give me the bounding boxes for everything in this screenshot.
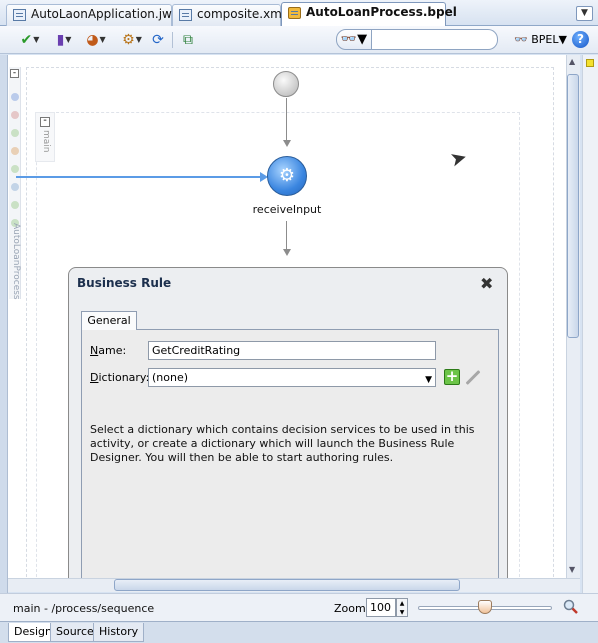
- composite-icon: [179, 9, 192, 21]
- dictionary-label: Dictionary:: [90, 371, 150, 384]
- dialog-title: Business Rule: [77, 276, 172, 290]
- handler-icon: [11, 183, 19, 191]
- process-name-label: AutoLoanProcess: [11, 223, 21, 300]
- zoom-stepper[interactable]: ▲ ▼: [396, 598, 408, 617]
- bpel-language-menu[interactable]: 👓 BPEL▼: [514, 32, 567, 48]
- validate-button[interactable]: ✔▼: [14, 30, 46, 50]
- alarm-icon: [11, 147, 19, 155]
- layout-icon: ⧉: [183, 32, 193, 48]
- left-gutter: [0, 55, 8, 598]
- status-bar: main - /process/sequence Zoom: ▲▼: [0, 593, 598, 621]
- start-node[interactable]: [273, 71, 299, 97]
- editor-tab-bar: AutoLaonApplication.jws composite.xml Au…: [0, 0, 598, 27]
- tab-list-menu-button[interactable]: ▼: [576, 6, 593, 21]
- business-rule-dialog: Business Rule ✖ General Name: Dictionary…: [68, 267, 508, 578]
- tab-composite[interactable]: composite.xml: [172, 4, 285, 26]
- warning-marker-icon[interactable]: [586, 59, 594, 67]
- name-field[interactable]: [148, 341, 436, 360]
- deploy-icon: ⚙: [122, 32, 135, 48]
- selection-path: main - /process/sequence: [13, 602, 155, 615]
- dictionary-select[interactable]: (none) ▼: [148, 368, 436, 387]
- chevron-down-icon: ▼: [357, 32, 368, 47]
- gear-icon: ⚙: [278, 165, 296, 186]
- chevron-down-icon: ▼: [33, 35, 40, 44]
- scroll-up-icon[interactable]: ▲: [569, 57, 575, 66]
- chevron-down-icon: ▼: [558, 33, 567, 46]
- event-icon: [11, 201, 19, 209]
- check-icon: ✔: [20, 32, 33, 48]
- view-tab-bar: Design Source History: [0, 621, 598, 643]
- overview-ruler: [582, 55, 598, 598]
- zoom-to-fit-icon[interactable]: [563, 599, 579, 615]
- flow-connector: [286, 98, 287, 142]
- scroll-down-icon[interactable]: ▼: [569, 565, 575, 574]
- zoom-label: Zoom:: [334, 602, 370, 615]
- horizontal-scroll-thumb[interactable]: [114, 579, 460, 591]
- zoom-slider-thumb[interactable]: [478, 600, 492, 614]
- vertical-scroll-thumb[interactable]: [567, 74, 579, 338]
- toolbar: ✔▼ ▮▼ ◕▼ ⚙▼ ⟳ ⧉ 👓▼ 👓 BPEL▼ ?: [0, 26, 598, 54]
- flow-arrowhead: [283, 140, 291, 147]
- glasses-icon: 👓: [514, 33, 528, 46]
- dictionary-help-text: Select a dictionary which contains decis…: [90, 423, 475, 464]
- refresh-icon: ⟳: [152, 32, 164, 48]
- binoculars-icon: 👓: [340, 32, 358, 47]
- chevron-down-icon: ▼: [135, 35, 142, 44]
- deploy-button[interactable]: ⚙▼: [118, 30, 146, 50]
- search-options-button[interactable]: 👓▼: [336, 29, 372, 50]
- bpel-design-canvas[interactable]: - AutoLoanProcess - main ⚙ receiveInput …: [8, 55, 566, 578]
- bookmark-icon: ▮: [56, 32, 65, 48]
- general-panel: Name: Dictionary: (none) ▼ + Select a di…: [81, 329, 499, 578]
- collapse-sequence-icon[interactable]: -: [40, 116, 50, 127]
- zoom-input[interactable]: [366, 598, 396, 617]
- tab-general[interactable]: General: [81, 311, 137, 330]
- layout-button[interactable]: ⧉: [179, 30, 197, 50]
- chevron-down-icon: ▼: [65, 35, 72, 44]
- toolbar-separator: [172, 32, 173, 48]
- refresh-button[interactable]: ⟳: [149, 30, 167, 50]
- variable-icon: [11, 93, 19, 101]
- correlation-icon: [11, 111, 19, 119]
- name-label: Name:: [90, 344, 127, 357]
- tab-autoloan-process[interactable]: AutoLoanProcess.bpel: [281, 2, 457, 27]
- receive-activity-node[interactable]: ⚙: [267, 156, 307, 196]
- receive-activity-label[interactable]: receiveInput: [244, 203, 330, 216]
- workspace-icon: [13, 9, 26, 21]
- message-icon: [11, 165, 19, 173]
- chevron-down-icon: ▼: [425, 375, 432, 385]
- partner-link-connector: [16, 176, 263, 178]
- close-icon[interactable]: ✖: [480, 276, 493, 292]
- partner-link-icon: [11, 129, 19, 137]
- sequence-name-label: main: [41, 130, 51, 153]
- flow-connector: [286, 221, 287, 251]
- help-icon[interactable]: ?: [572, 31, 589, 48]
- tab-history[interactable]: History: [93, 623, 145, 642]
- palette-icon: ◕: [86, 32, 99, 48]
- flow-arrowhead: [283, 249, 291, 256]
- edit-pencil-icon[interactable]: [465, 370, 481, 385]
- add-dictionary-icon[interactable]: +: [444, 369, 460, 385]
- collapse-process-icon[interactable]: -: [10, 69, 19, 78]
- bookmark-button[interactable]: ▮▼: [52, 30, 76, 50]
- chevron-down-icon: ▼: [99, 35, 106, 44]
- search-input[interactable]: [372, 29, 498, 50]
- bpel-process-icon: [288, 7, 301, 19]
- palette-button[interactable]: ◕▼: [82, 30, 110, 50]
- tab-autoloan-application[interactable]: AutoLaonApplication.jws: [6, 4, 178, 26]
